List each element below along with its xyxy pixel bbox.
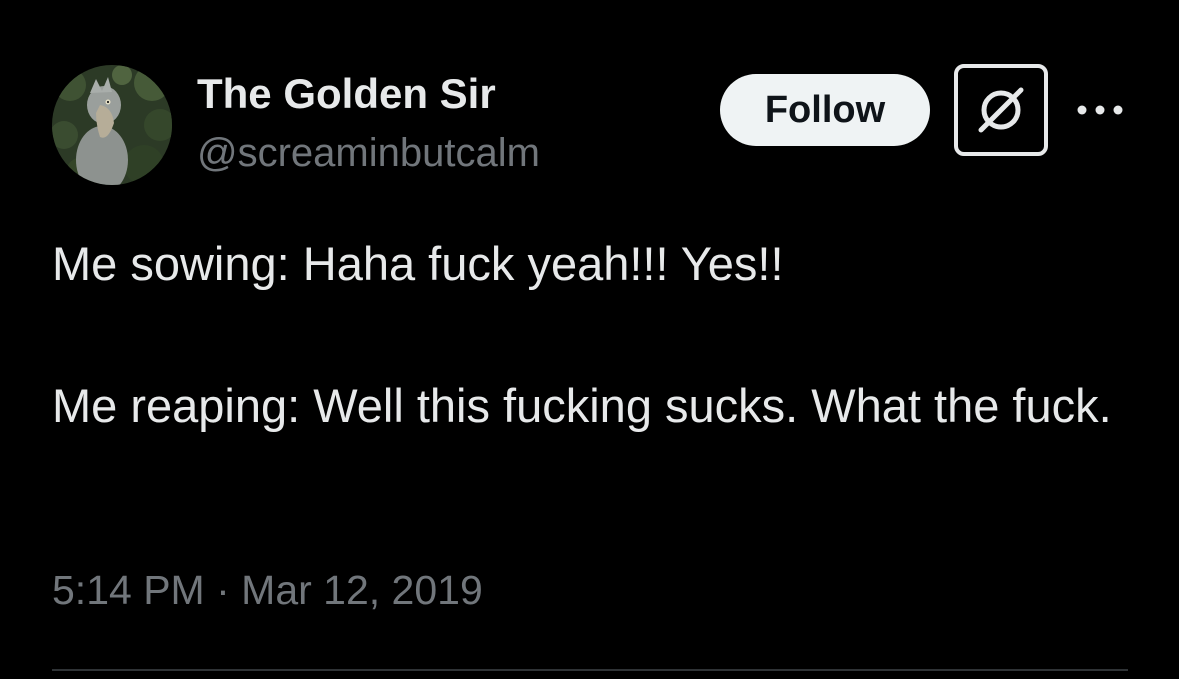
author-handle[interactable]: @screaminbutcalm xyxy=(197,128,540,178)
grok-icon xyxy=(978,87,1024,133)
avatar[interactable] xyxy=(52,65,172,185)
timestamp-separator: · xyxy=(216,567,230,613)
more-horizontal-icon xyxy=(1077,105,1123,115)
shoebill-avatar-image xyxy=(52,65,172,185)
tweet-text: Me sowing: Haha fuck yeah!!! Yes!! Me re… xyxy=(52,237,1112,432)
grok-button[interactable] xyxy=(954,64,1048,156)
more-options-button[interactable] xyxy=(1072,90,1128,130)
follow-button[interactable]: Follow xyxy=(720,74,930,146)
author-display-name[interactable]: The Golden Sir xyxy=(197,69,496,119)
tweet-date: Mar 12, 2019 xyxy=(241,567,483,613)
tweet-time: 5:14 PM xyxy=(52,567,205,613)
tweet-timestamp[interactable]: 5:14 PM · Mar 12, 2019 xyxy=(52,565,483,615)
divider xyxy=(52,669,1128,671)
